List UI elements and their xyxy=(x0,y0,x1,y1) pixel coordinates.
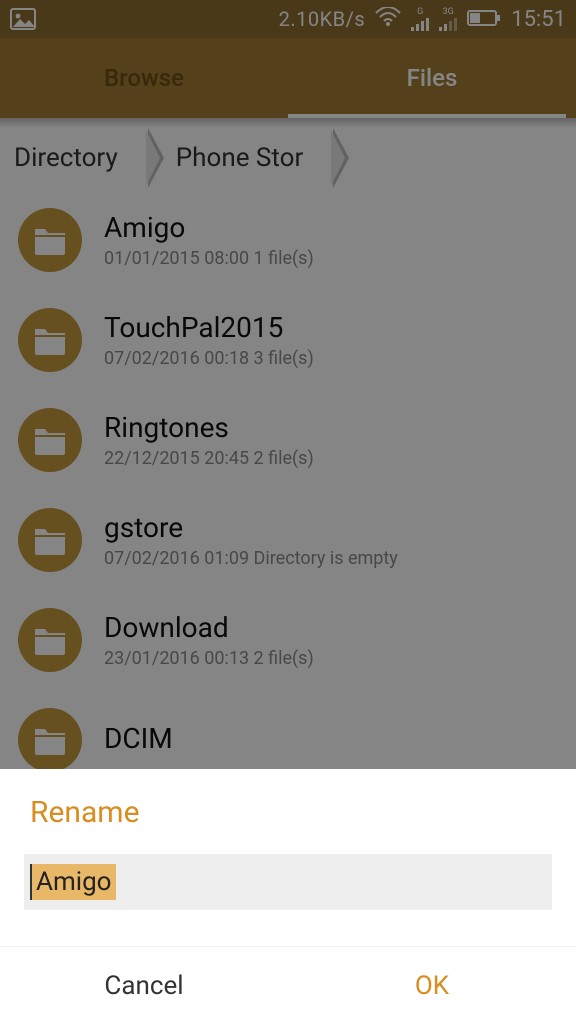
cancel-button[interactable]: Cancel xyxy=(0,947,288,1024)
rename-input[interactable]: Amigo xyxy=(30,864,116,900)
rename-input-container[interactable]: Amigo xyxy=(24,854,552,910)
rename-dialog: Rename Amigo Cancel OK xyxy=(0,769,576,1024)
dialog-title: Rename xyxy=(0,795,576,854)
ok-button[interactable]: OK xyxy=(288,947,576,1024)
